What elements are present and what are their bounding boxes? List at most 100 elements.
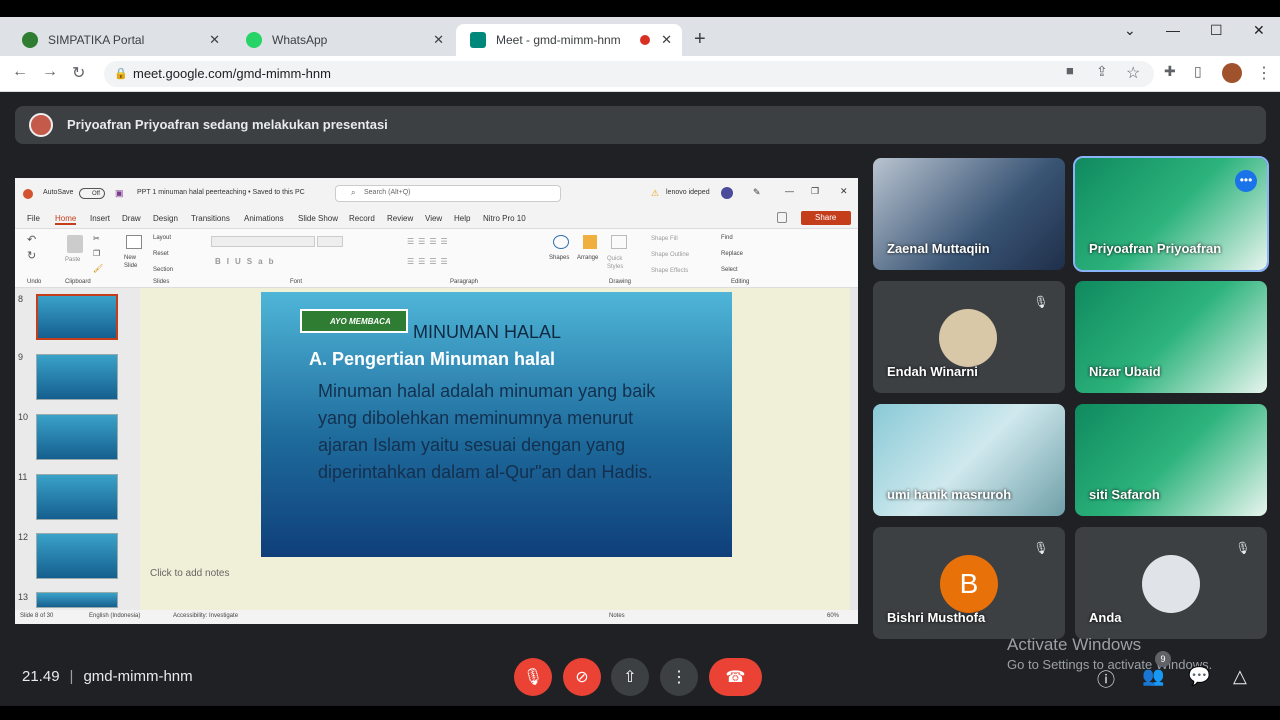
new-tab-button[interactable]: + (694, 28, 706, 51)
participant-tile[interactable]: B 🎙 Bishri Musthofa (873, 527, 1065, 639)
font-name-select[interactable] (211, 236, 315, 247)
meeting-info-icon[interactable]: ⓘ (1097, 666, 1115, 692)
back-icon[interactable]: ← (12, 63, 28, 81)
pp-restore-icon[interactable]: ❐ (811, 186, 819, 197)
new-slide-label[interactable]: New Slide (124, 254, 144, 270)
slide-thumb-12[interactable] (36, 533, 118, 579)
arrange-button[interactable]: Arrange (577, 255, 598, 261)
pp-close-icon[interactable]: ✕ (840, 186, 848, 197)
side-panel-icon[interactable]: ▯ (1194, 63, 1202, 80)
participant-tile[interactable]: siti Safaroh (1075, 404, 1267, 516)
menu-icon[interactable]: ⋮ (1256, 63, 1272, 83)
slide-thumb-9[interactable] (36, 354, 118, 400)
slide-thumb-13[interactable] (36, 592, 118, 608)
camera-toggle-button[interactable]: ⊘ (563, 658, 601, 696)
tab-search-icon[interactable]: ⌄ (1124, 22, 1136, 39)
participant-tile[interactable]: 🎙 Anda (1075, 527, 1267, 639)
url-text[interactable]: meet.google.com/gmd-mimm-hnm (133, 66, 331, 81)
reset-button[interactable]: Reset (153, 251, 169, 257)
present-button[interactable]: ⇧ (611, 658, 649, 696)
paste-icon[interactable] (67, 235, 83, 253)
current-slide[interactable]: AYO MEMBACA MINUMAN HALAL A. Pengertian … (261, 292, 732, 557)
font-size-select[interactable] (317, 236, 343, 247)
ribbon-tab-transitions[interactable]: Transitions (191, 214, 230, 223)
mic-toggle-button[interactable]: 🎙 (514, 658, 552, 696)
activities-icon[interactable]: △ (1233, 666, 1247, 687)
status-zoom[interactable]: 60% (827, 613, 839, 619)
ribbon-tab-home[interactable]: Home (55, 214, 77, 225)
leave-call-button[interactable]: ☎ (709, 658, 762, 696)
cut-icon[interactable]: ✂ (93, 234, 100, 243)
arrange-icon[interactable] (583, 235, 597, 249)
chat-icon[interactable]: 💬 (1188, 666, 1210, 687)
profile-avatar[interactable] (1222, 63, 1242, 83)
save-icon[interactable]: ▣ (115, 188, 124, 199)
copy-icon[interactable]: ❐ (93, 249, 100, 258)
tab-whatsapp[interactable]: WhatsApp ✕ (232, 24, 454, 56)
pp-user-avatar[interactable] (721, 187, 733, 199)
shapes-icon[interactable] (553, 235, 569, 249)
paste-label[interactable]: Paste (65, 257, 80, 263)
ribbon-tab-review[interactable]: Review (387, 214, 413, 223)
quick-styles-icon[interactable] (611, 235, 627, 249)
bookmark-star-icon[interactable]: ☆ (1126, 63, 1140, 83)
new-slide-icon[interactable] (126, 235, 142, 249)
notes-placeholder[interactable]: Click to add notes (150, 568, 230, 579)
participant-tile[interactable]: Zaenal Muttaqiin (873, 158, 1065, 270)
reload-icon[interactable]: ↻ (72, 63, 85, 83)
shape-effects-button[interactable]: Shape Effects (651, 268, 688, 274)
close-tab-icon[interactable]: ✕ (433, 32, 444, 48)
comments-icon[interactable] (777, 212, 787, 223)
slide-thumb-8[interactable] (36, 294, 118, 340)
pp-minimize-icon[interactable]: — (785, 186, 794, 196)
shape-fill-button[interactable]: Shape Fill (651, 236, 678, 242)
close-tab-icon[interactable]: ✕ (209, 32, 220, 48)
align-icons[interactable]: ☰☰☰☰ (407, 257, 452, 266)
list-icons[interactable]: ☰☰☰☰ (407, 237, 452, 246)
tab-simpatika[interactable]: SIMPATIKA Portal ✕ (8, 24, 230, 56)
editor-scrollbar[interactable] (850, 288, 858, 610)
ribbon-tab-nitro[interactable]: Nitro Pro 10 (483, 214, 526, 223)
participant-tile[interactable]: 🎙 Endah Winarni (873, 281, 1065, 393)
ribbon-tab-design[interactable]: Design (153, 214, 178, 223)
ribbon-tab-view[interactable]: View (425, 214, 442, 223)
slide-thumb-10[interactable] (36, 414, 118, 460)
status-accessibility[interactable]: Accessibility: Investigate (173, 613, 238, 619)
redo-icon[interactable]: ↻ (27, 249, 36, 262)
ribbon-tab-animations[interactable]: Animations (244, 214, 284, 223)
section-button[interactable]: Section (153, 267, 173, 273)
shape-outline-button[interactable]: Shape Outline (651, 252, 689, 258)
close-window-icon[interactable]: ✕ (1253, 22, 1265, 39)
shapes-button[interactable]: Shapes (549, 255, 569, 261)
ribbon-tab-slideshow[interactable]: Slide Show (298, 214, 338, 223)
minimize-icon[interactable]: — (1166, 22, 1180, 38)
status-notes[interactable]: Notes (609, 613, 625, 619)
forward-icon[interactable]: → (42, 63, 58, 81)
undo-icon[interactable]: ↶ (27, 233, 36, 246)
more-options-icon[interactable]: ••• (1235, 170, 1257, 192)
ribbon-tab-help[interactable]: Help (454, 214, 470, 223)
participant-tile[interactable]: Nizar Ubaid (1075, 281, 1267, 393)
ribbon-tab-insert[interactable]: Insert (90, 214, 110, 223)
quick-styles-button[interactable]: Quick Styles (607, 255, 629, 271)
find-button[interactable]: Find (721, 235, 733, 241)
ribbon-tab-record[interactable]: Record (349, 214, 375, 223)
maximize-icon[interactable]: ☐ (1210, 22, 1223, 39)
share-icon[interactable]: ⇪ (1096, 63, 1108, 80)
extensions-icon[interactable]: ✚ (1164, 63, 1176, 80)
tab-meet[interactable]: Meet - gmd-mimm-hnm ✕ (456, 24, 682, 56)
share-button[interactable]: Share (801, 211, 851, 225)
people-icon[interactable]: 👥 (1142, 666, 1164, 687)
ribbon-tab-file[interactable]: File (27, 214, 40, 223)
camera-icon[interactable]: ■ (1066, 63, 1074, 78)
font-format-icons[interactable]: BIUSab (215, 257, 279, 266)
layout-button[interactable]: Layout (153, 235, 171, 241)
format-painter-icon[interactable]: 🖌 (93, 264, 103, 273)
more-options-button[interactable]: ⋮ (660, 658, 698, 696)
replace-button[interactable]: Replace (721, 251, 743, 257)
pen-icon[interactable]: ✎ (753, 187, 761, 198)
autosave-toggle[interactable]: Off (79, 188, 105, 199)
slide-thumb-11[interactable] (36, 474, 118, 520)
close-tab-icon[interactable]: ✕ (661, 32, 672, 48)
select-button[interactable]: Select (721, 267, 738, 273)
